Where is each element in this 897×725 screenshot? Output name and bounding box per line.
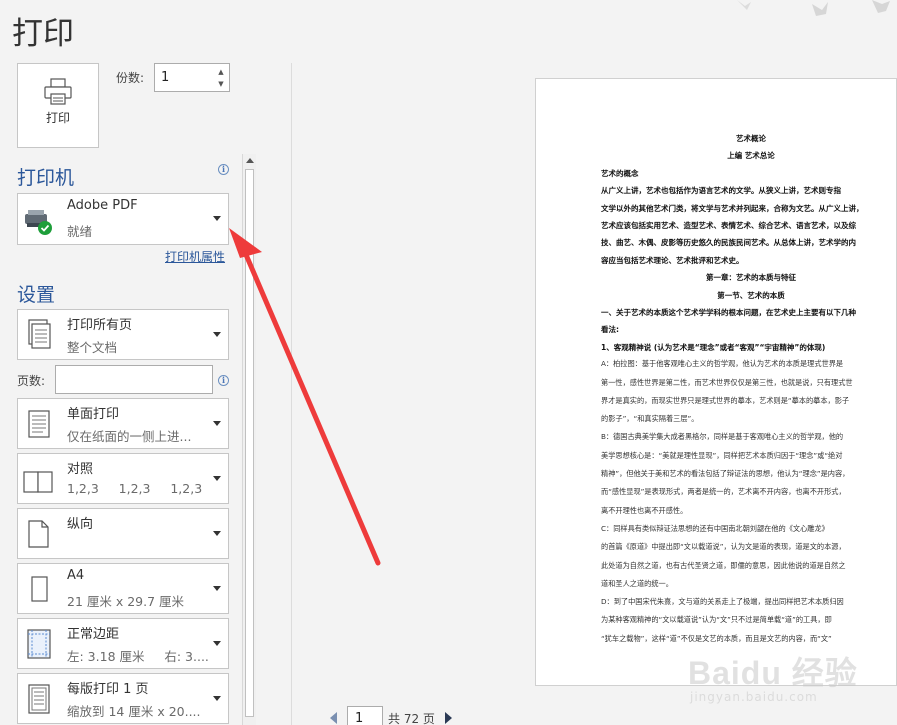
printer-properties-link[interactable]: 打印机属性 <box>165 248 225 265</box>
preview-line: 第一性，感性世界是第二性，而艺术世界仅仅是第三性，也就是说，只有理式世 <box>601 377 853 387</box>
watermark-text: Baidu 经验 <box>688 655 858 691</box>
printer-select[interactable]: Adobe PDF 就绪 <box>17 193 229 245</box>
pages-per-sheet-select[interactable]: 每版打印 1 页 缩放到 14 厘米 x 20.... <box>17 673 229 724</box>
preview-line: 一、关于艺术的本质这个艺术学学科的根本问题，在艺术史上主要有以下几种 <box>601 308 856 317</box>
preview-line: 艺术应该包括实用艺术、造型艺术、表情艺术、综合艺术、语言艺术，以及综 <box>601 221 856 230</box>
current-page-input[interactable]: 1 <box>347 706 383 725</box>
collation-select[interactable]: 对照 1,2,3 1,2,3 1,2,3 <box>17 453 229 504</box>
preview-line: 的首篇《原道》中提出即“文以载道说”，认为文是道的表现，道是文的本源， <box>601 542 846 552</box>
preview-line: 艺术的概念 <box>601 168 639 178</box>
print-preview-page: 艺术概论上编 艺术总论艺术的概念 从广义上讲，艺术也包括作为语言艺术的文学。从狭… <box>535 78 897 686</box>
page-count: 共 72 页 <box>388 712 435 725</box>
preview-line: D：到了中国宋代朱熹，文与道的关系走上了极端，提出同样把艺术本质归因 <box>601 597 844 607</box>
preview-line: 容应当包括艺术理论、艺术批评和艺术史。 <box>601 255 744 265</box>
printer-ready-icon <box>25 210 52 235</box>
preview-line: 道和圣人之道的统一。 <box>601 578 673 588</box>
preview-line: 界才是真实的，而现实世界只是理式世界的摹本，艺术则是“摹本的摹本，影子 <box>601 395 850 405</box>
preview-line: 从广义上讲，艺术也包括作为语言艺术的文学。从狭义上讲，艺术则专指 <box>601 186 841 196</box>
chevron-down-icon <box>213 586 221 591</box>
previous-page-icon[interactable] <box>330 712 337 724</box>
preview-line: 而“感性显现”是表现形式，两者是统一的，艺术离不开内容，也离不开形式， <box>601 487 846 497</box>
chevron-down-icon <box>213 641 221 646</box>
chevron-down-icon <box>213 696 221 701</box>
copies-stepper[interactable]: 1 ▲ ▼ <box>154 63 230 92</box>
pages-per-sheet-label: 每版打印 1 页 <box>67 682 149 697</box>
paper-size-label: A4 <box>67 568 85 583</box>
panel-divider <box>291 63 292 725</box>
print-backstage: 打印 打印 份数: 1 ▲ ▼ 打印机 i Adobe PDF 就绪 打印机属性… <box>0 0 897 725</box>
preview-line: 看法: <box>601 325 619 335</box>
chevron-down-icon <box>213 216 221 221</box>
decorative-birds-icon <box>737 0 890 16</box>
margins-desc: 左: 3.18 厘米 右: 3.... <box>67 649 209 664</box>
scroll-up-icon[interactable] <box>246 158 254 163</box>
increment-icon[interactable]: ▲ <box>216 67 226 77</box>
settings-scrollbar[interactable] <box>242 154 256 725</box>
copies-value[interactable]: 1 <box>161 70 169 85</box>
page-title: 打印 <box>12 16 74 52</box>
margins-label: 正常边距 <box>67 627 120 642</box>
preview-line: B：德国古典美学集大成者黑格尔，同样是基于客观唯心主义的哲学观，他的 <box>601 432 844 442</box>
paper-size-desc: 21 厘米 x 29.7 厘米 <box>67 594 185 609</box>
collate-icon <box>23 471 53 493</box>
pages-per-sheet-icon <box>28 684 50 714</box>
sides-desc: 仅在纸面的一侧上进... <box>67 429 192 444</box>
preview-line: 第一章：艺术的本质与特征 <box>706 273 796 283</box>
next-page-icon[interactable] <box>445 712 452 724</box>
orientation-label: 纵向 <box>67 517 94 532</box>
portrait-icon <box>28 520 49 548</box>
preview-line: 为某种客观精神的“文以载道说”认为“文”只不过是简单载“道”的工具，即 <box>601 615 832 625</box>
margins-icon <box>27 629 51 659</box>
preview-line: 技、曲艺、木偶、皮影等历史悠久的民族民间艺术。从总体上讲，艺术学的内 <box>601 238 856 248</box>
baidu-watermark: Baidu 经验 jingyan.baidu.com <box>688 640 888 710</box>
margins-select[interactable]: 正常边距 左: 3.18 厘米 右: 3.... <box>17 618 229 669</box>
orientation-select[interactable]: 纵向 <box>17 508 229 559</box>
print-button[interactable]: 打印 <box>17 63 99 148</box>
chevron-down-icon <box>213 421 221 426</box>
pages-label: 页数: <box>17 374 46 388</box>
decrement-icon[interactable]: ▼ <box>216 79 226 89</box>
print-button-label: 打印 <box>45 111 70 125</box>
scroll-thumb[interactable] <box>245 169 254 717</box>
pages-per-sheet-desc: 缩放到 14 厘米 x 20.... <box>67 704 201 719</box>
watermark-url: jingyan.baidu.com <box>690 690 818 704</box>
preview-line: 的影子”，“和真实隔着三层”。 <box>601 414 699 424</box>
pages-info-icon[interactable]: i <box>218 375 229 386</box>
printer-info-icon[interactable]: i <box>218 164 229 175</box>
copies-label: 份数: <box>116 71 145 85</box>
print-range-desc: 整个文档 <box>67 340 118 355</box>
preview-line: A：柏拉图：基于他客观唯心主义的哲学观，他认为艺术的本质是理式世界是 <box>601 359 844 369</box>
preview-line: 此处道为自然之道，也有古代圣贤之道，即儒的意思，因此他说的道是自然之 <box>601 560 846 570</box>
preview-line: 文学以外的其他艺术门类，将文学与艺术并列起来，合称为文艺。从广义上讲， <box>601 203 864 213</box>
preview-line: 第一节、艺术的本质 <box>717 290 785 300</box>
chevron-down-icon <box>213 531 221 536</box>
preview-line: 离不开理性也离不开感性。 <box>601 505 688 515</box>
one-sided-icon <box>28 410 50 438</box>
sides-label: 单面打印 <box>67 407 120 422</box>
printer-icon <box>44 78 72 105</box>
preview-line: 美学思想核心是：“美就是理性显现”，同样把艺术本质归因于“理念”或“绝对 <box>601 450 843 460</box>
printer-heading: 打印机 <box>17 167 75 189</box>
preview-line: 艺术概论 <box>736 134 766 143</box>
print-range-select[interactable]: 打印所有页 整个文档 <box>17 309 229 360</box>
print-range-label: 打印所有页 <box>67 318 133 333</box>
paper-size-icon <box>31 576 48 602</box>
printer-name: Adobe PDF <box>67 198 138 213</box>
sides-select[interactable]: 单面打印 仅在纸面的一侧上进... <box>17 398 229 449</box>
preview-line: 1、客观精神说 (认为艺术是“理念”或者“客观”“宇宙精神”的体现) <box>601 342 826 352</box>
preview-line: C：同样具有类似辩证法思想的还有中国南北朝刘勰在他的《文心雕龙》 <box>601 523 829 533</box>
collation-label: 对照 <box>67 462 94 477</box>
paper-size-select[interactable]: A4 21 厘米 x 29.7 厘米 <box>17 563 229 614</box>
printer-status: 就绪 <box>67 224 93 239</box>
settings-heading: 设置 <box>17 284 56 306</box>
pages-input[interactable] <box>55 365 213 394</box>
collation-desc: 1,2,3 1,2,3 1,2,3 <box>67 481 203 496</box>
preview-line: 上编 艺术总论 <box>727 151 775 161</box>
pages-icon <box>28 319 51 349</box>
chevron-down-icon <box>213 332 221 337</box>
chevron-down-icon <box>213 476 221 481</box>
preview-line: 精神”，但他关于美和艺术的看法包括了辩证法的思想，他认为“理念”是内容， <box>601 469 850 478</box>
